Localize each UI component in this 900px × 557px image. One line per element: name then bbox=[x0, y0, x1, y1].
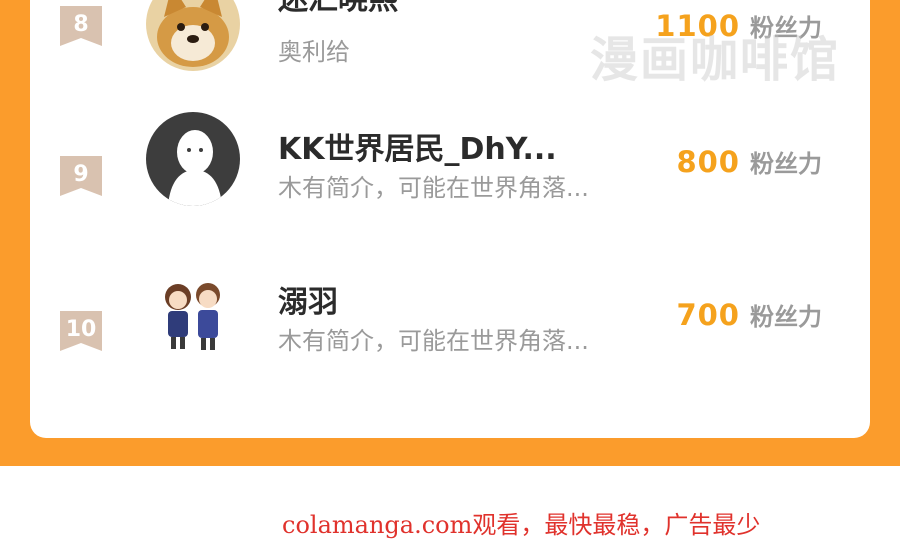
fans-count: 700 bbox=[676, 298, 740, 332]
rank-badge: 8 bbox=[60, 6, 102, 46]
anime-couple-avatar[interactable] bbox=[146, 267, 240, 361]
user-name: 迷汇晓熙 bbox=[278, 0, 398, 18]
fans-unit: 粉丝力 bbox=[750, 150, 822, 178]
default-person-avatar[interactable] bbox=[146, 112, 240, 206]
user-bio: 木有简介，可能在世界角落... bbox=[278, 327, 589, 355]
fans-stat: 800 粉丝力 bbox=[676, 144, 822, 179]
user-bio: 木有简介，可能在世界角落... bbox=[278, 174, 589, 202]
rank-number: 8 bbox=[73, 12, 89, 37]
user-name: 溺羽 bbox=[278, 285, 338, 320]
site-watermark: 漫画咖啡馆 bbox=[590, 32, 841, 88]
rank-badge: 10 bbox=[60, 311, 102, 351]
ranking-row-9[interactable]: 9 KK世界居民_DhY... 木有简介，可能在世界角落... 800 粉丝力 bbox=[30, 112, 870, 250]
rank-number: 9 bbox=[73, 162, 89, 187]
footer-promo-link[interactable]: colamanga.com观看，最快最稳，广告最少 bbox=[282, 505, 760, 540]
ranking-row-10[interactable]: 10 溺羽 木有简介，可能在世界角落... 700 粉丝力 bbox=[30, 267, 870, 405]
fans-count: 800 bbox=[676, 145, 740, 179]
rank-number: 10 bbox=[65, 317, 97, 342]
shiba-dog-avatar[interactable] bbox=[146, 0, 240, 71]
user-bio: 奥利给 bbox=[278, 38, 350, 66]
rank-badge: 9 bbox=[60, 156, 102, 196]
user-name: KK世界居民_DhY... bbox=[278, 132, 557, 167]
fans-stat: 700 粉丝力 bbox=[676, 297, 822, 332]
fans-unit: 粉丝力 bbox=[750, 303, 822, 331]
